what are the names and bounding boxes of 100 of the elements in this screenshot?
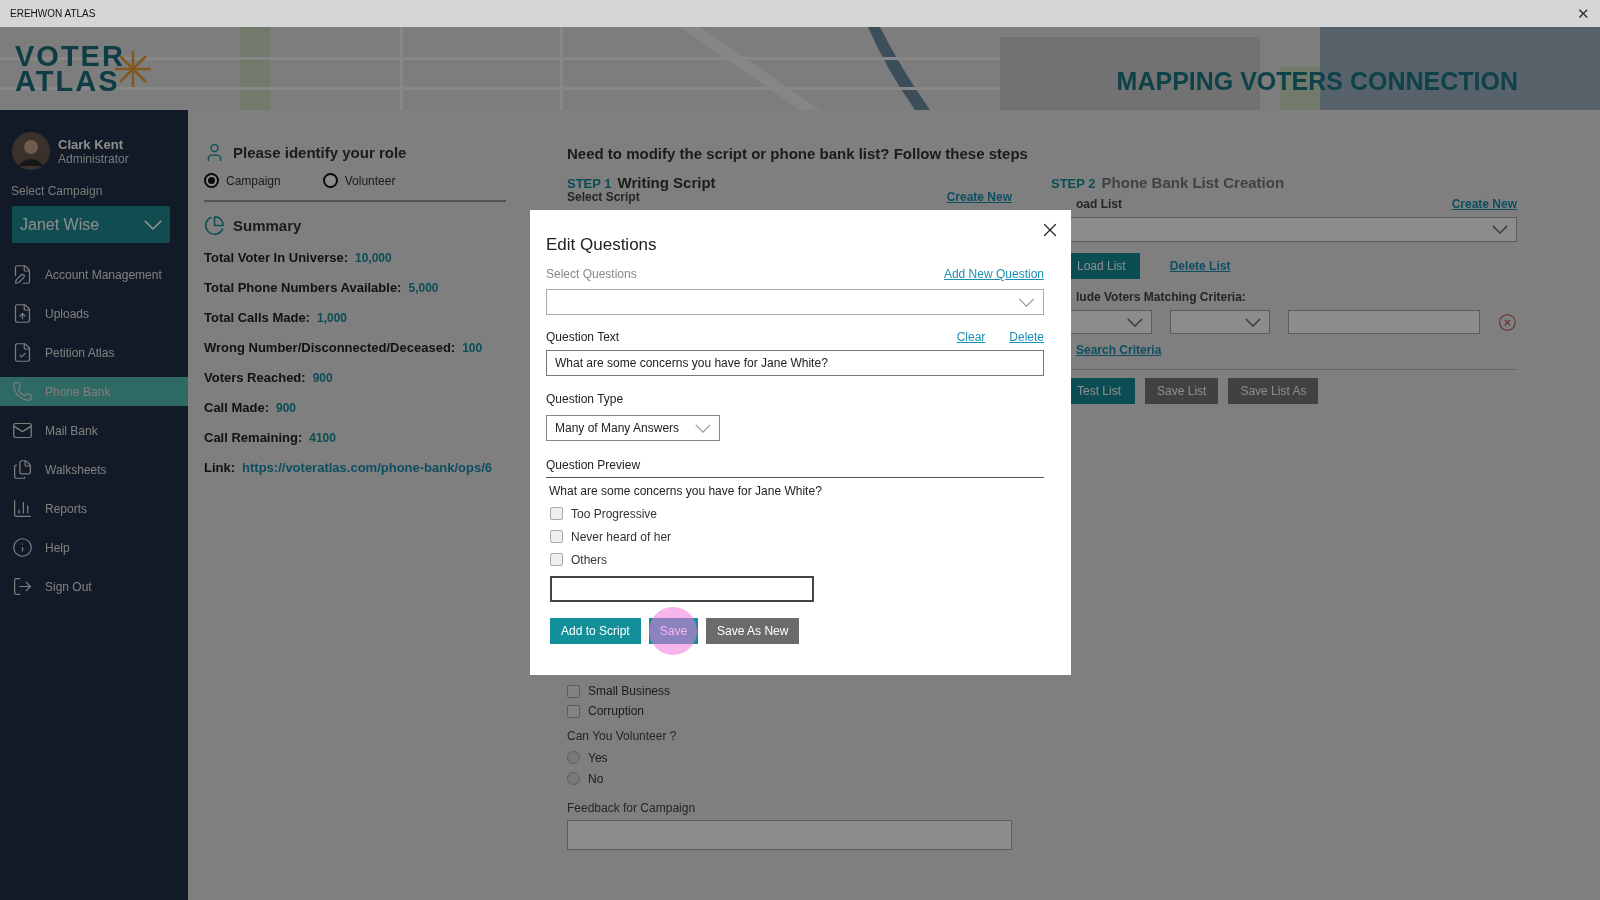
question-text-field[interactable]: What are some concerns you have for Jane White? — [546, 350, 1044, 376]
radio-option[interactable]: Yes — [567, 747, 1012, 768]
pie-chart-icon — [204, 215, 225, 236]
list-action-button[interactable]: Save List As — [1228, 378, 1319, 404]
logo-text: VOTER — [15, 43, 125, 69]
checkbox[interactable] — [550, 507, 563, 520]
radio-button[interactable] — [567, 772, 580, 785]
question-label: Can You Volunteer ? — [567, 729, 678, 743]
other-answer-field[interactable] — [550, 576, 814, 602]
field-label: Select Script — [567, 191, 640, 204]
nav-item[interactable]: Walksheets — [0, 455, 188, 484]
checkbox-option[interactable]: Corruption — [567, 701, 1012, 721]
stat-value: 4100 — [309, 431, 336, 445]
chevron-down-icon — [144, 219, 162, 230]
stat-label: Total Voter In Universe: — [204, 250, 348, 265]
checkbox-option[interactable]: Too Progressive — [550, 502, 1044, 525]
delete-list-link[interactable]: Delete List — [1169, 259, 1231, 273]
chevron-down-icon — [695, 423, 711, 433]
step-title: Phone Bank List Creation — [1101, 174, 1285, 191]
checkbox[interactable] — [550, 553, 563, 566]
stat-label: Call Remaining: — [204, 430, 303, 445]
remove-icon[interactable] — [1498, 312, 1517, 332]
document-pen-icon — [12, 264, 33, 285]
section-label: Question Preview — [546, 458, 641, 472]
nav-item[interactable]: Uploads — [0, 299, 188, 328]
sign-out-icon — [12, 576, 33, 597]
field-label: Feedback for Campaign — [567, 801, 697, 815]
checkbox-option[interactable]: Never heard of her — [550, 525, 1044, 548]
field-label: Select Questions — [546, 267, 637, 281]
document-check-icon — [12, 342, 33, 363]
user-name: Clark Kent — [58, 136, 125, 152]
chevron-down-icon — [1018, 297, 1035, 307]
campaign-label: Select Campaign — [10, 183, 104, 198]
avatar — [12, 132, 50, 170]
stat-value: 10,000 — [355, 251, 392, 265]
step-number: STEP 1 — [567, 176, 612, 191]
checkbox[interactable] — [567, 684, 580, 698]
load-list-button[interactable]: Load List — [1069, 253, 1140, 279]
close-button[interactable]: ✕ — [1577, 4, 1590, 23]
clear-link[interactable]: Clear — [956, 330, 986, 344]
bar-chart-icon — [12, 498, 33, 519]
preview-question: What are some concerns you have for Jane White? — [548, 483, 823, 500]
nav-item[interactable]: Reports — [0, 494, 188, 523]
stat-label: Link: — [204, 460, 236, 475]
dialog-button[interactable]: Add to Script — [550, 618, 641, 644]
nav-item[interactable]: Petition Atlas — [0, 338, 188, 367]
chevron-down-icon — [1126, 317, 1143, 327]
radio-option[interactable]: Volunteer — [322, 173, 396, 188]
add-criteria-link[interactable]: Search Criteria — [1076, 343, 1162, 357]
section-title: Please identify your role — [233, 144, 407, 161]
radio-button[interactable] — [204, 173, 219, 188]
chevron-down-icon — [1244, 317, 1261, 327]
stat-label: Wrong Number/Disconnected/Deceased: — [204, 340, 456, 355]
criteria-field[interactable] — [1287, 310, 1481, 334]
create-new-link[interactable]: Create New — [1451, 197, 1517, 211]
stat-value: 5,000 — [408, 281, 439, 295]
nav-item[interactable]: Help — [0, 533, 188, 562]
field-label: oad List — [1076, 197, 1122, 211]
list-action-button[interactable]: Save List — [1145, 378, 1219, 404]
delete-link[interactable]: Delete — [1009, 330, 1044, 344]
create-new-link[interactable]: Create New — [946, 191, 1012, 204]
link[interactable]: https://voteratlas.com/phone-bank/ops/6 — [242, 460, 492, 475]
nav-item[interactable]: Account Management — [0, 260, 188, 289]
nav-item[interactable]: Mail Bank — [0, 416, 188, 445]
stat-label: Voters Reached: — [204, 370, 306, 385]
phone-icon — [12, 381, 33, 402]
dialog-button[interactable]: Save As New — [706, 618, 800, 644]
field-label: lude Voters Matching Criteria: — [1076, 290, 1246, 304]
user-role: Administrator — [58, 151, 129, 166]
stat-value: 100 — [462, 341, 483, 355]
campaign-select[interactable]: Janet Wise — [12, 206, 170, 243]
checkbox-option[interactable]: Others — [550, 548, 1044, 571]
stat-value: 900 — [276, 401, 297, 415]
window-title: EREHWON ATLAS — [10, 8, 96, 19]
nav-item[interactable]: Sign Out — [0, 572, 188, 601]
step-title: Writing Script — [617, 174, 716, 191]
checkbox[interactable] — [567, 704, 580, 718]
radio-option[interactable]: Campaign — [204, 173, 281, 188]
radio-button[interactable] — [322, 173, 338, 188]
checkbox-option[interactable]: Small Business — [567, 681, 1012, 701]
stat-label: Total Calls Made: — [204, 310, 310, 325]
chevron-down-icon — [1492, 225, 1508, 234]
list-action-button[interactable]: Test List — [1069, 378, 1135, 404]
step-number: STEP 2 — [1051, 176, 1096, 191]
add-question-link[interactable]: Add New Question — [943, 267, 1044, 281]
upload-icon — [12, 303, 33, 324]
section-title: Summary — [233, 217, 302, 234]
questions-select[interactable] — [546, 289, 1044, 315]
stat-label: Call Made: — [204, 400, 269, 415]
steps-heading: Need to modify the script or phone bank list? Follow these steps — [567, 145, 1029, 162]
mail-icon — [12, 420, 33, 441]
field-label: Question Type — [546, 392, 624, 406]
question-type-select[interactable]: Many of Many Answers — [546, 415, 720, 441]
stat-value: 1,000 — [316, 311, 347, 325]
radio-button[interactable] — [567, 751, 580, 764]
stat-label: Total Phone Numbers Available: — [204, 280, 402, 295]
radio-option[interactable]: No — [567, 768, 1012, 789]
checkbox[interactable] — [550, 530, 563, 543]
feedback-field[interactable] — [567, 820, 1012, 850]
info-icon — [12, 537, 33, 558]
